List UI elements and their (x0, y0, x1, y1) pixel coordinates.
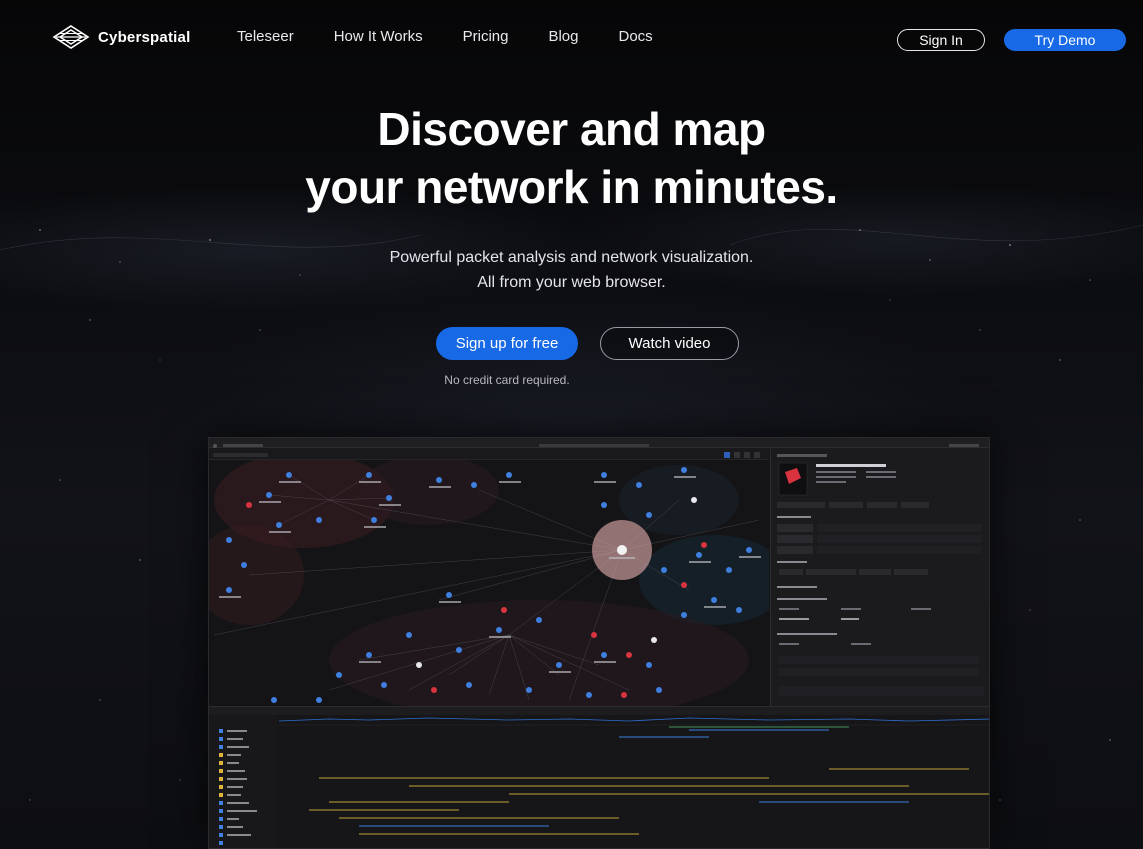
no-credit-card-note: No credit card required. (444, 373, 570, 387)
app-graph-toolbar (209, 448, 769, 460)
packet-timeline-view (209, 706, 989, 848)
sign-up-free-button[interactable]: Sign up for free (436, 327, 578, 360)
hero-subtitle-line-2: All from your web browser. (477, 274, 666, 291)
hero-subtitle: Powerful packet analysis and network vis… (0, 245, 1143, 295)
landing-page: Cyberspatial Teleseer How It Works Prici… (0, 0, 1143, 849)
network-graph-view (209, 452, 789, 720)
watch-video-button[interactable]: Watch video (600, 327, 739, 360)
product-screenshot (208, 437, 990, 849)
app-titlebar (209, 438, 989, 448)
cta-row: Sign up for free Watch video (436, 327, 739, 360)
hero-subtitle-line-1: Powerful packet analysis and network vis… (389, 249, 754, 266)
nav-links: Teleseer How It Works Pricing Blog Docs (237, 28, 693, 45)
sign-in-button[interactable]: Sign In (897, 29, 985, 51)
top-navigation: Cyberspatial Teleseer How It Works Prici… (0, 0, 1143, 78)
brand-logo[interactable]: Cyberspatial (52, 24, 190, 50)
hero-title-line-1: Discover and map (377, 103, 766, 155)
try-demo-button[interactable]: Try Demo (1004, 29, 1126, 51)
layered-diamond-logo-icon (52, 25, 90, 49)
nav-link-teleseer[interactable]: Teleseer (237, 28, 294, 45)
host-details-panel (770, 448, 989, 706)
nav-link-pricing[interactable]: Pricing (463, 28, 509, 45)
hero-title-line-2: your network in minutes. (305, 161, 838, 213)
nav-link-docs[interactable]: Docs (619, 28, 653, 45)
nav-link-blog[interactable]: Blog (548, 28, 578, 45)
nav-link-how-it-works[interactable]: How It Works (334, 28, 423, 45)
hero-title: Discover and map your network in minutes… (0, 100, 1143, 216)
brand-name: Cyberspatial (98, 28, 191, 46)
